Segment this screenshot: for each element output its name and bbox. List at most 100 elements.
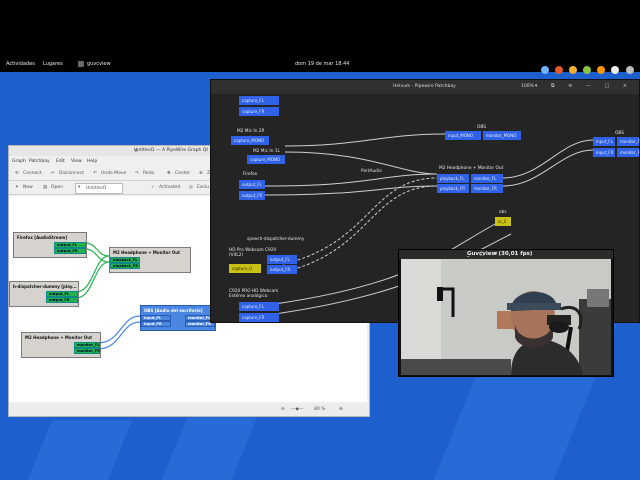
disconnect-button[interactable]: Disconnect (59, 171, 84, 176)
node-title: h-dispatcher-dummy [play... (13, 284, 77, 289)
exclusive-toggle[interactable]: Exclu (197, 185, 209, 190)
port-input[interactable]: playback_FR (437, 184, 469, 193)
wallpaper-stripe (27, 420, 133, 480)
menu-edit[interactable]: Edit (56, 159, 65, 164)
indicator-icon[interactable] (583, 66, 592, 74)
window-titlebar[interactable]: Guvcview (30,01 fps) _ □ × (399, 250, 613, 259)
node-label: speech-dispatcher-dummy (247, 237, 305, 242)
port-input[interactable]: in_0 (495, 217, 511, 226)
node-label: OBS (615, 131, 624, 136)
node-label: OBS (477, 125, 486, 130)
node-obs[interactable]: OBS [Audio del escritorio] input_FL inpu… (140, 305, 216, 331)
network-icon[interactable] (625, 66, 634, 74)
port-output[interactable]: output_FR (54, 248, 86, 254)
window-titlebar[interactable]: Helvum - Pipewire Patchbay 100% ▾ ⧉ ≡ — … (211, 80, 639, 94)
status-bar: ⊖ —◆— 80 % ⊕ (9, 404, 369, 415)
node-title: Firefox [AudioStream] (17, 235, 68, 240)
open-icon: ▤ (43, 185, 48, 190)
node-label: obs (499, 210, 507, 215)
indicator-icon[interactable] (569, 66, 578, 74)
places-menu[interactable]: Lugares (43, 61, 63, 67)
open-button[interactable]: Open (51, 185, 63, 190)
port-output[interactable]: monitor_FR (471, 184, 503, 193)
connect-icon: ⟲ (15, 171, 19, 176)
zoom-slider[interactable]: —◆— (291, 407, 303, 412)
node-speech-dispatcher[interactable]: h-dispatcher-dummy [play... output_FL ou… (9, 281, 79, 307)
window-buttons[interactable]: _ □ × (467, 251, 609, 257)
port-input[interactable]: input_FR (593, 148, 615, 157)
chevron-down-icon: ▾ (78, 185, 81, 190)
port-input[interactable]: input_FL (593, 137, 615, 146)
port-output[interactable]: monitor_FL (617, 137, 640, 146)
zoom-out-icon[interactable]: ⊖ (281, 407, 285, 412)
menu-help[interactable]: Help (87, 159, 97, 164)
undo-icon: ↶ (93, 171, 97, 176)
port-output[interactable]: monitor_FR (74, 348, 100, 354)
guvcview-window: Guvcview (30,01 fps) _ □ × (398, 249, 614, 377)
exclusive-icon: ◎ (189, 185, 193, 190)
center-icon: ✥ (167, 171, 171, 176)
activities-button[interactable]: Actividades (6, 61, 35, 67)
node-title: M2 Headphone + Monitor Out (113, 250, 181, 255)
disconnect-icon: ✂ (51, 171, 55, 176)
indicator-icon[interactable] (597, 66, 606, 74)
port-output[interactable]: output_FR (239, 191, 265, 200)
zoom-level: 80 % (314, 407, 326, 412)
undo-move-button[interactable]: Undo Move (101, 171, 126, 176)
node-m2-headphone-out[interactable]: M2 Headphone + Monitor Out playback_FL p… (109, 247, 191, 273)
system-tray[interactable] (540, 59, 640, 93)
port-input[interactable]: playback_FR (110, 263, 140, 269)
activated-toggle[interactable]: Activated (159, 185, 180, 190)
guvcview-app-icon (78, 61, 84, 67)
port-capture[interactable]: capture_FR (239, 313, 279, 322)
window-buttons[interactable]: ▾ ⧉ ≡ — □ × (535, 83, 633, 89)
node-label: M2 Mic In 1L (253, 149, 280, 154)
center-button[interactable]: Center (175, 171, 190, 176)
port-output[interactable]: output_FR (267, 265, 297, 274)
indicator-icon[interactable] (555, 66, 564, 74)
patchbay-select-value: Untitled1 (86, 186, 107, 191)
node-m2-headphone-monitor[interactable]: M2 Headphone + Monitor Out monitor_FL mo… (21, 332, 101, 358)
node-label: PortAudio (361, 169, 382, 174)
window-title: Helvum - Pipewire Patchbay (393, 84, 456, 89)
redo-button[interactable]: Redo (143, 171, 154, 176)
new-button[interactable]: New (23, 185, 33, 190)
webcam-preview (401, 259, 611, 375)
node-label: M2 Headphone + Monitor Out (439, 166, 504, 171)
zoom-level[interactable]: 100% (521, 84, 534, 89)
node-firefox[interactable]: Firefox [AudioStream] output_FL output_F… (13, 232, 87, 258)
app-menu[interactable]: guvcview (87, 61, 111, 67)
port-input[interactable]: input_FR (141, 321, 171, 327)
port-input[interactable]: input_MONO (445, 131, 481, 140)
menu-patchbay[interactable]: Patchbay (29, 159, 50, 164)
port-capture[interactable]: capture_FL (239, 96, 279, 105)
new-icon: ✦ (15, 185, 19, 190)
node-label: Firefox (243, 172, 258, 177)
menu-graph[interactable]: Graph (12, 159, 26, 164)
zoom-in-icon[interactable]: ⊕ (339, 407, 343, 412)
indicator-icon[interactable] (541, 66, 549, 74)
menu-view[interactable]: View (71, 159, 82, 164)
port-capture[interactable]: capture_0 (229, 264, 261, 273)
port-output[interactable]: monitor_MONO (483, 131, 521, 140)
redo-icon: ↷ (135, 171, 139, 176)
node-label: C920 PRO HD Webcam Estéreo analógico (229, 289, 279, 299)
port-output[interactable]: output_FL (267, 255, 297, 264)
port-capture[interactable]: capture_FR (239, 107, 279, 116)
node-label: M2 Mic In 2R (237, 129, 265, 134)
patchbay-select[interactable]: Untitled1 ▾ (75, 183, 123, 194)
port-output[interactable]: output_FR (46, 297, 78, 303)
port-capture[interactable]: capture_FL (239, 302, 279, 311)
node-title: OBS [Audio del escritorio] (144, 308, 203, 313)
clock[interactable]: dom 19 de mar 18:44 (295, 61, 349, 67)
connect-button[interactable]: Connect (23, 171, 42, 176)
indicator-icon[interactable] (611, 66, 620, 74)
port-input[interactable]: playback_FL (437, 174, 469, 183)
port-output[interactable]: monitor_FL (471, 174, 503, 183)
node-title: M2 Headphone + Monitor Out (25, 335, 93, 340)
port-capture[interactable]: capture_MONO (247, 155, 285, 164)
port-output[interactable]: output_FL (239, 180, 265, 189)
activated-icon: ✓ (151, 185, 155, 190)
port-capture[interactable]: capture_MONO (231, 136, 269, 145)
port-output[interactable]: monitor_FR (617, 148, 640, 157)
